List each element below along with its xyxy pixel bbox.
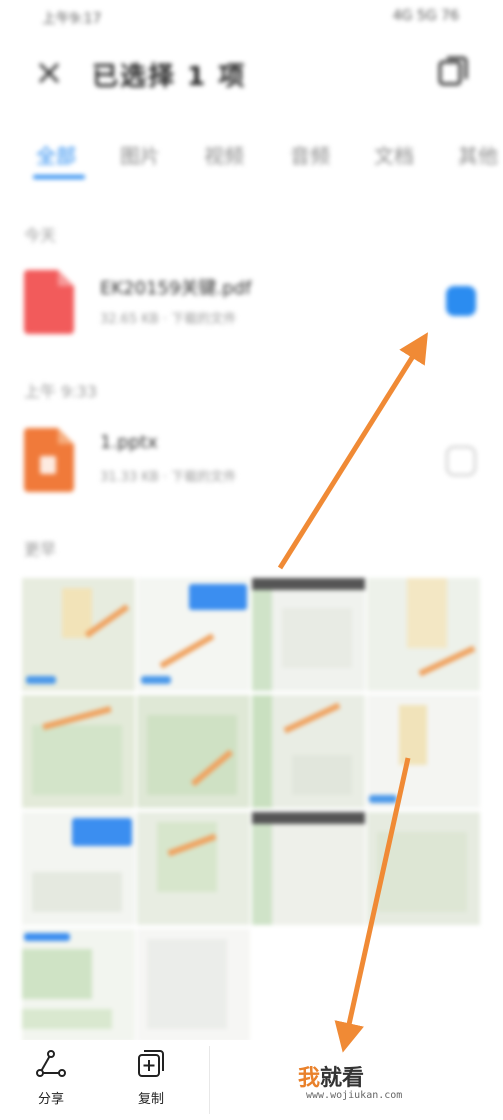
image-thumbnail[interactable]	[22, 929, 135, 1040]
select-all-icon[interactable]	[437, 54, 469, 88]
image-thumbnail[interactable]	[252, 812, 365, 925]
tab-images[interactable]: 图片	[120, 140, 160, 169]
image-thumbnail-grid	[22, 578, 482, 1040]
watermark-logo: 我就看	[298, 1066, 365, 1091]
copy-button[interactable]: 复制	[116, 1048, 186, 1107]
tab-audio[interactable]: 音频	[290, 140, 330, 169]
copy-label: 复制	[137, 1092, 164, 1107]
page-title: 已选择 1 项	[92, 62, 247, 92]
file-name: EK20159关键.pdf	[100, 278, 252, 299]
close-icon[interactable]	[36, 60, 62, 86]
section-label-morning: 上午 9:33	[24, 382, 98, 401]
image-thumbnail[interactable]	[22, 812, 135, 925]
section-label-earlier: 更早	[24, 540, 57, 559]
tab-other[interactable]: 其他	[458, 140, 498, 169]
file-name: 1.pptx	[100, 432, 158, 453]
image-thumbnail[interactable]	[252, 695, 365, 808]
tab-videos[interactable]: 视频	[204, 140, 244, 169]
watermark-url: www.wojiukan.com	[306, 1090, 403, 1101]
image-thumbnail[interactable]	[137, 578, 250, 691]
file-meta: 31.33 KB · 下载的文件	[100, 470, 237, 485]
share-label: 分享	[37, 1092, 64, 1107]
image-thumbnail[interactable]	[137, 929, 250, 1040]
image-thumbnail[interactable]	[137, 695, 250, 808]
screen-content: 上午9:17 4G 5G 76 已选择 1 项 全部 图片 视频 音频 文档 其…	[0, 0, 503, 1040]
file-row-pptx[interactable]: 1.pptx 31.33 KB · 下载的文件	[0, 428, 503, 518]
file-meta: 32.65 KB · 下载的文件	[100, 312, 237, 327]
active-tab-indicator	[33, 175, 85, 179]
pdf-icon	[24, 270, 74, 334]
section-label-today: 今天	[24, 226, 57, 245]
ppt-icon	[24, 428, 74, 492]
image-thumbnail[interactable]	[367, 812, 480, 925]
image-thumbnail[interactable]	[252, 578, 365, 691]
file-row-pdf[interactable]: EK20159关键.pdf 32.65 KB · 下载的文件	[0, 270, 503, 360]
status-time: 上午9:17	[42, 11, 102, 27]
image-thumbnail[interactable]	[367, 578, 480, 691]
image-thumbnail[interactable]	[22, 695, 135, 808]
tab-all[interactable]: 全部	[36, 140, 76, 169]
tab-documents[interactable]: 文档	[374, 140, 414, 169]
selection-header: 已选择 1 项	[0, 44, 503, 104]
image-thumbnail[interactable]	[367, 695, 480, 808]
copy-icon	[138, 1050, 164, 1077]
share-button[interactable]: 分享	[16, 1048, 86, 1107]
watermark: 我就看 www.wojiukan.com	[209, 1046, 496, 1114]
file-checkbox-checked[interactable]	[446, 286, 476, 316]
category-tabs: 全部 图片 视频 音频 文档 其他	[0, 130, 503, 186]
image-thumbnail[interactable]	[137, 812, 250, 925]
image-thumbnail[interactable]	[22, 578, 135, 691]
status-bar: 上午9:17 4G 5G 76	[0, 0, 503, 36]
file-checkbox-unchecked[interactable]	[446, 446, 476, 476]
share-icon	[36, 1050, 66, 1077]
status-indicators: 4G 5G 76	[392, 8, 459, 24]
